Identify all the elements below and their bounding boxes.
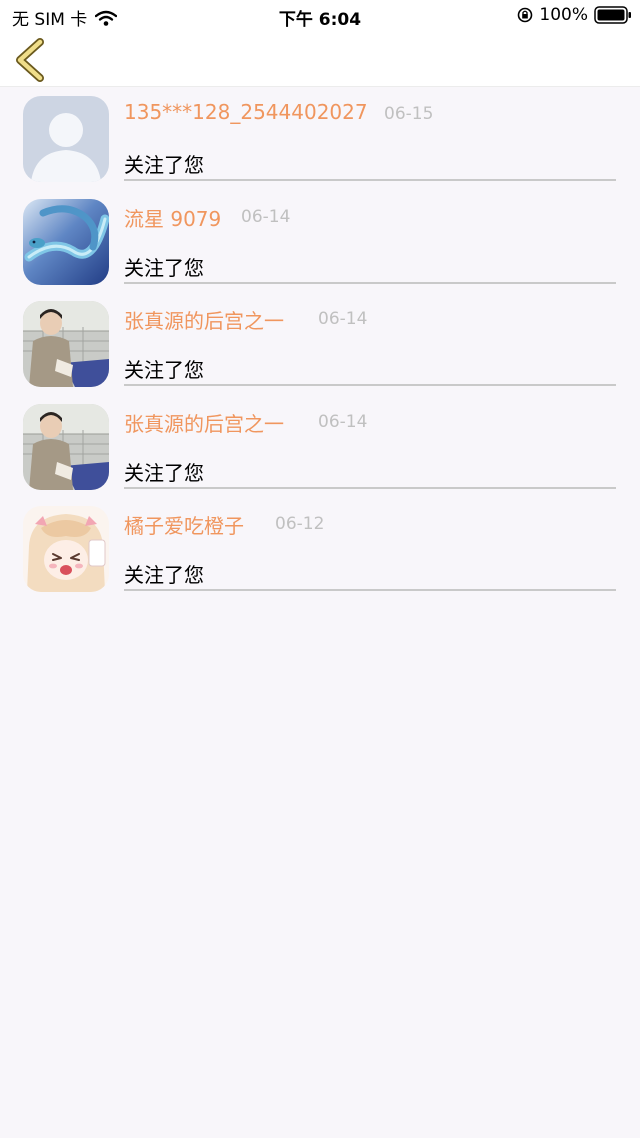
status-bar: 无 SIM 卡 下午 6:04 100% <box>0 0 640 32</box>
notification-message: 关注了您 <box>124 153 204 177</box>
notification-message: 关注了您 <box>124 460 204 485</box>
avatar[interactable] <box>23 198 109 285</box>
divider <box>124 179 616 181</box>
user-name[interactable]: 135***128_2544402027 <box>124 100 368 124</box>
orientation-lock-icon <box>518 7 533 23</box>
notification-date: 06-14 <box>241 206 291 227</box>
snake-avatar-icon <box>23 198 109 285</box>
back-button[interactable] <box>10 36 50 82</box>
notification-date: 06-14 <box>318 309 368 329</box>
battery-percent: 100% <box>539 5 588 25</box>
nav-bar <box>0 32 640 87</box>
person-avatar-icon <box>23 301 109 387</box>
notification-message: 关注了您 <box>124 563 204 587</box>
avatar[interactable] <box>23 96 109 182</box>
list-item[interactable]: 135***128_2544402027 06-15 关注了您 <box>0 92 640 195</box>
divider <box>124 589 616 591</box>
avatar[interactable] <box>23 301 109 387</box>
list-item[interactable]: 橘子爱吃橙子 06-12 关注了您 <box>0 502 640 605</box>
notification-date: 06-14 <box>318 411 368 432</box>
avatar[interactable] <box>23 403 109 490</box>
avatar[interactable] <box>23 506 109 592</box>
list-item[interactable]: 张真源的后宫之一 06-14 关注了您 <box>0 297 640 400</box>
user-name[interactable]: 张真源的后宫之一 <box>124 408 284 437</box>
anime-avatar-icon <box>23 506 109 592</box>
person-avatar-icon <box>23 403 109 490</box>
status-right: 100% <box>517 5 632 25</box>
default-avatar-icon <box>23 96 109 182</box>
divider <box>124 281 616 284</box>
chevron-left-icon <box>16 38 44 82</box>
notification-date: 06-15 <box>384 104 434 124</box>
divider <box>124 384 616 386</box>
battery-icon <box>594 6 631 24</box>
user-name[interactable]: 橘子爱吃橙子 <box>124 510 244 539</box>
notification-message: 关注了您 <box>124 358 204 382</box>
divider <box>124 486 616 489</box>
user-name[interactable]: 流星 9079 <box>124 203 221 232</box>
list-item[interactable]: 流星 9079 06-14 关注了您 <box>0 195 640 298</box>
notification-message: 关注了您 <box>124 255 204 280</box>
user-name[interactable]: 张真源的后宫之一 <box>124 305 284 334</box>
notification-date: 06-12 <box>275 514 325 534</box>
list-item[interactable]: 张真源的后宫之一 06-14 关注了您 <box>0 400 640 503</box>
notification-list: 135***128_2544402027 06-15 关注了您 流星 9079 … <box>0 92 640 605</box>
